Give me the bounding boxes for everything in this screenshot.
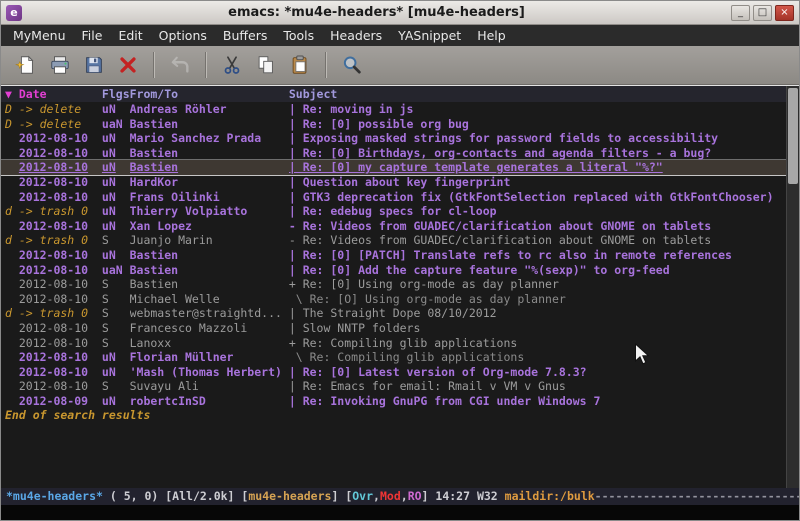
maximize-window-icon[interactable]: □ — [753, 5, 772, 21]
mode-line-segment: maildir:/bulk — [505, 489, 595, 503]
message-row[interactable]: 2012-08-10SSuvayu Ali| Re: Emacs for ema… — [1, 379, 799, 394]
message-list: D-> deleteuNAndreas Röhler| Re: moving i… — [1, 102, 799, 408]
message-row[interactable]: 2012-08-10SMichael Welle \ Re: [O] Using… — [1, 292, 799, 307]
menu-item-file[interactable]: File — [74, 26, 111, 45]
menu-item-help[interactable]: Help — [469, 26, 514, 45]
mode-line-segment: RO — [408, 489, 422, 503]
message-row[interactable]: 2012-08-10uNXan Lopez- Re: Videos from G… — [1, 219, 799, 234]
mode-line-segment: ( 5, 0) — [103, 489, 165, 503]
message-row[interactable]: d-> trash 0Swebmaster@straightd...| The … — [1, 306, 799, 321]
message-row[interactable]: 2012-08-09uNrobertcInSD| Re: Invoking Gn… — [1, 394, 799, 409]
close-buffer-icon[interactable] — [113, 50, 143, 80]
vertical-scrollbar[interactable] — [786, 86, 799, 488]
mode-line-segment: , — [401, 489, 408, 503]
menu-item-buffers[interactable]: Buffers — [215, 26, 275, 45]
column-header-subject[interactable]: Subject — [289, 86, 799, 102]
sort-indicator-icon[interactable]: ▼ — [5, 86, 19, 102]
toolbar-separator — [153, 52, 155, 78]
toolbar-separator — [325, 52, 327, 78]
save-icon[interactable] — [79, 50, 109, 80]
menu-item-yasnippet[interactable]: YASnippet — [390, 26, 469, 45]
mode-line-segment: [All/2.0k] — [165, 489, 241, 503]
buffer-area: ▼ Date Flgs From/To Subject D-> deleteuN… — [1, 85, 799, 520]
message-row[interactable]: 2012-08-10SBastien+ Re: [0] Using org-mo… — [1, 277, 799, 292]
close-window-icon[interactable]: × — [775, 5, 794, 21]
menu-item-headers[interactable]: Headers — [322, 26, 390, 45]
mode-line-segment: 14:27 — [435, 489, 477, 503]
mode-line-segment: W32 — [477, 489, 505, 503]
mode-line-segment: ] — [331, 489, 345, 503]
menu-item-options[interactable]: Options — [151, 26, 215, 45]
message-row[interactable]: D-> deleteuNAndreas Röhler| Re: moving i… — [1, 102, 799, 117]
window-buttons: _□× — [731, 5, 794, 21]
headers-header-line[interactable]: ▼ Date Flgs From/To Subject — [1, 86, 799, 102]
message-row[interactable]: 2012-08-10uNHardKor| Question about key … — [1, 175, 799, 190]
cut-icon[interactable] — [217, 50, 247, 80]
echo-area — [1, 505, 799, 520]
message-row[interactable]: 2012-08-10uN'Mash (Thomas Herbert)| Re: … — [1, 365, 799, 380]
mode-line-segment: *mu4e-headers* — [6, 489, 103, 503]
window-title: emacs: *mu4e-headers* [mu4e-headers] — [22, 5, 731, 20]
message-row-current[interactable]: 2012-08-10uNBastien| Re: [0] my capture … — [1, 160, 799, 175]
menu-item-tools[interactable]: Tools — [275, 26, 322, 45]
mode-line: *mu4e-headers* ( 5, 0) [All/2.0k] [mu4e-… — [1, 488, 799, 505]
message-row[interactable]: 2012-08-10uNFrans Oilinki| GTK3 deprecat… — [1, 190, 799, 205]
undo-icon — [165, 50, 195, 80]
message-row[interactable]: 2012-08-10SFrancesco Mazzoli| Slow NNTP … — [1, 321, 799, 336]
message-row[interactable]: 2012-08-10SLanoxx+ Re: Compiling glib ap… — [1, 336, 799, 351]
mode-line-segment: ] — [422, 489, 436, 503]
title-bar: e emacs: *mu4e-headers* [mu4e-headers] _… — [1, 1, 799, 25]
column-header-date[interactable]: Date — [19, 86, 102, 102]
menu-item-edit[interactable]: Edit — [110, 26, 150, 45]
search-icon[interactable] — [337, 50, 367, 80]
new-file-icon[interactable] — [11, 50, 41, 80]
message-row[interactable]: 2012-08-10uNBastien| Re: [0] Birthdays, … — [1, 146, 799, 161]
mode-line-segment: Mod — [380, 489, 401, 503]
mode-line-segment: mu4e-headers — [248, 489, 331, 503]
end-of-results-text: End of search results — [1, 408, 799, 423]
message-row[interactable]: D-> deleteuaNBastien| Re: [0] possible o… — [1, 117, 799, 132]
scrollbar-thumb[interactable] — [788, 88, 798, 184]
minimize-window-icon[interactable]: _ — [731, 5, 750, 21]
message-row[interactable]: 2012-08-10uNBastien| Re: [0] [PATCH] Tra… — [1, 248, 799, 263]
message-row[interactable]: 2012-08-10uNMario Sanchez Prada| Exposin… — [1, 131, 799, 146]
print-icon[interactable] — [45, 50, 75, 80]
emacs-icon: e — [6, 5, 22, 21]
message-row[interactable]: 2012-08-10uaNBastien| Re: [0] Add the ca… — [1, 263, 799, 278]
mode-line-segment: Ovr — [352, 489, 373, 503]
emacs-window: e emacs: *mu4e-headers* [mu4e-headers] _… — [0, 0, 800, 521]
message-row[interactable]: 2012-08-10uNFlorian Müllner \ Re: Compil… — [1, 350, 799, 365]
column-header-flags[interactable]: Flgs — [102, 86, 130, 102]
message-row[interactable]: d-> trash 0SJuanjo Marin- Re: Videos fro… — [1, 233, 799, 248]
mode-line-segment: ----------------------------------------… — [595, 489, 799, 503]
tool-bar — [1, 46, 799, 85]
mode-line-segment: , — [373, 489, 380, 503]
paste-icon[interactable] — [285, 50, 315, 80]
column-header-from[interactable]: From/To — [130, 86, 289, 102]
menu-bar: MyMenuFileEditOptionsBuffersToolsHeaders… — [1, 25, 799, 46]
toolbar-separator — [205, 52, 207, 78]
menu-item-mymenu[interactable]: MyMenu — [5, 26, 74, 45]
message-row[interactable]: d-> trash 0uNThierry Volpiatto| Re: edeb… — [1, 204, 799, 219]
copy-icon[interactable] — [251, 50, 281, 80]
